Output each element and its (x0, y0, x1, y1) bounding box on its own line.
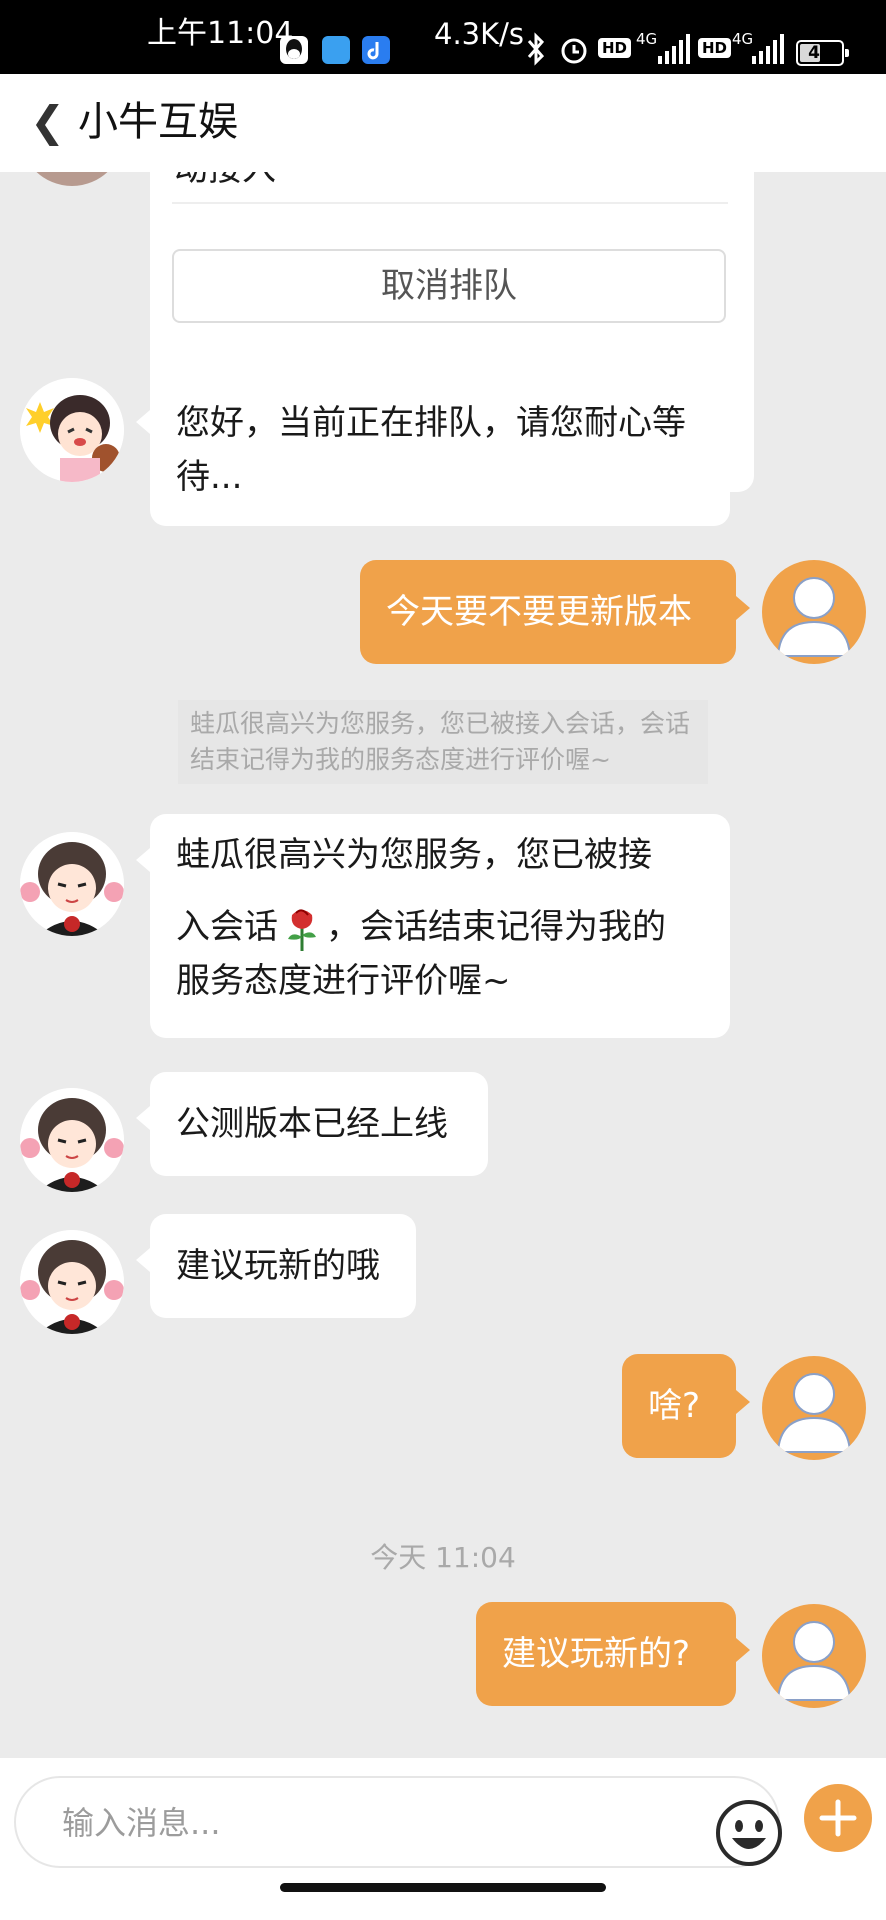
home-indicator[interactable] (280, 1883, 606, 1892)
avatar-anime-boy (20, 1088, 124, 1192)
message-bubble-self: 建议玩新的? (476, 1602, 750, 1706)
chevron-left-icon[interactable]: ❮ (30, 94, 65, 150)
message-bubble-self: 今天要不要更新版本 (360, 560, 750, 664)
smile-icon[interactable] (714, 1798, 784, 1868)
avatar-user-default (762, 1604, 866, 1708)
qq-icon (280, 36, 308, 64)
message-input-container (14, 1776, 782, 1868)
rose-icon (280, 905, 324, 953)
message-text: 公测版本已经上线 (176, 1104, 448, 1144)
network-2: 4G (732, 30, 754, 48)
status-bar: 上午11:04 4.3K/s HD 4G HD 4G 49 (0, 0, 886, 74)
message-bubble: 建议玩新的哦 (136, 1214, 416, 1318)
avatar-user-default (762, 1356, 866, 1460)
message-text-line-2: 入会话 (176, 907, 278, 947)
signal-icon (752, 34, 784, 68)
net-speed: 4.3K/s (434, 17, 525, 51)
alarm-icon (558, 34, 590, 70)
system-message: 蛙瓜很高兴为您服务，您已被接入会话，会话结束记得为我的服务态度进行评价喔~ (178, 700, 708, 784)
message-text: 建议玩新的? (502, 1634, 691, 1674)
queue-card-text: 动接入 (174, 172, 276, 196)
message-bubble: 您好，当前正在排队，请您耐心等待... (136, 376, 730, 526)
avatar-anime-girl (20, 378, 124, 482)
message-input[interactable] (60, 1796, 684, 1850)
avatar-user-default (762, 560, 866, 664)
divider (172, 202, 728, 204)
avatar-anime-boy (20, 832, 124, 936)
message-text: 您好，当前正在排队，请您耐心等待... (176, 403, 686, 497)
cancel-queue-button[interactable]: 取消排队 (172, 249, 726, 323)
plus-icon[interactable] (804, 1784, 872, 1852)
hd-badge-2: HD (698, 38, 732, 58)
message-bubble-self: 啥? (622, 1354, 750, 1458)
hd-badge-1: HD (598, 38, 632, 58)
signal-icon (658, 34, 690, 68)
bluetooth-icon (526, 32, 546, 70)
message-list[interactable]: 动接入 取消排队 您好，当前正在排队，请您耐心等待... 今天要不要更新版本 蛙… (0, 172, 886, 1758)
message-text-line-1: 蛙瓜很高兴为您服务，您已被接 (176, 835, 652, 875)
message-text: 啥? (648, 1386, 701, 1426)
message-text: 建议玩新的哦 (176, 1246, 380, 1286)
message-timestamp: 今天 11:04 (370, 1541, 516, 1574)
message-input-bar (0, 1758, 886, 1920)
message-text-line-2b: ，会话结束记得为我的 (326, 907, 666, 947)
tiktok-icon (362, 36, 390, 64)
message-text: 今天要不要更新版本 (386, 592, 692, 632)
network-1: 4G (636, 30, 658, 48)
status-time: 上午11:04 (147, 16, 294, 51)
page-title: 小牛互娱 (78, 99, 238, 145)
message-text-line-3: 服务态度进行评价喔~ (176, 961, 511, 1001)
message-bubble: 公测版本已经上线 (136, 1072, 488, 1176)
chat-header: ❮ 小牛互娱 (0, 74, 886, 172)
message-bubble: 蛙瓜很高兴为您服务，您已被接 入会话 ，会话结束记得为我的 服务态度进行评价喔~ (136, 814, 730, 1038)
app-icon (322, 36, 350, 64)
battery-level: 49 (808, 43, 832, 63)
battery-icon: 49 (796, 40, 849, 66)
avatar-anime-boy (20, 1230, 124, 1334)
system-message-text: 蛙瓜很高兴为您服务，您已被接入会话，会话结束记得为我的服务态度进行评价喔~ (190, 709, 691, 774)
avatar-anime-girl (20, 172, 124, 186)
